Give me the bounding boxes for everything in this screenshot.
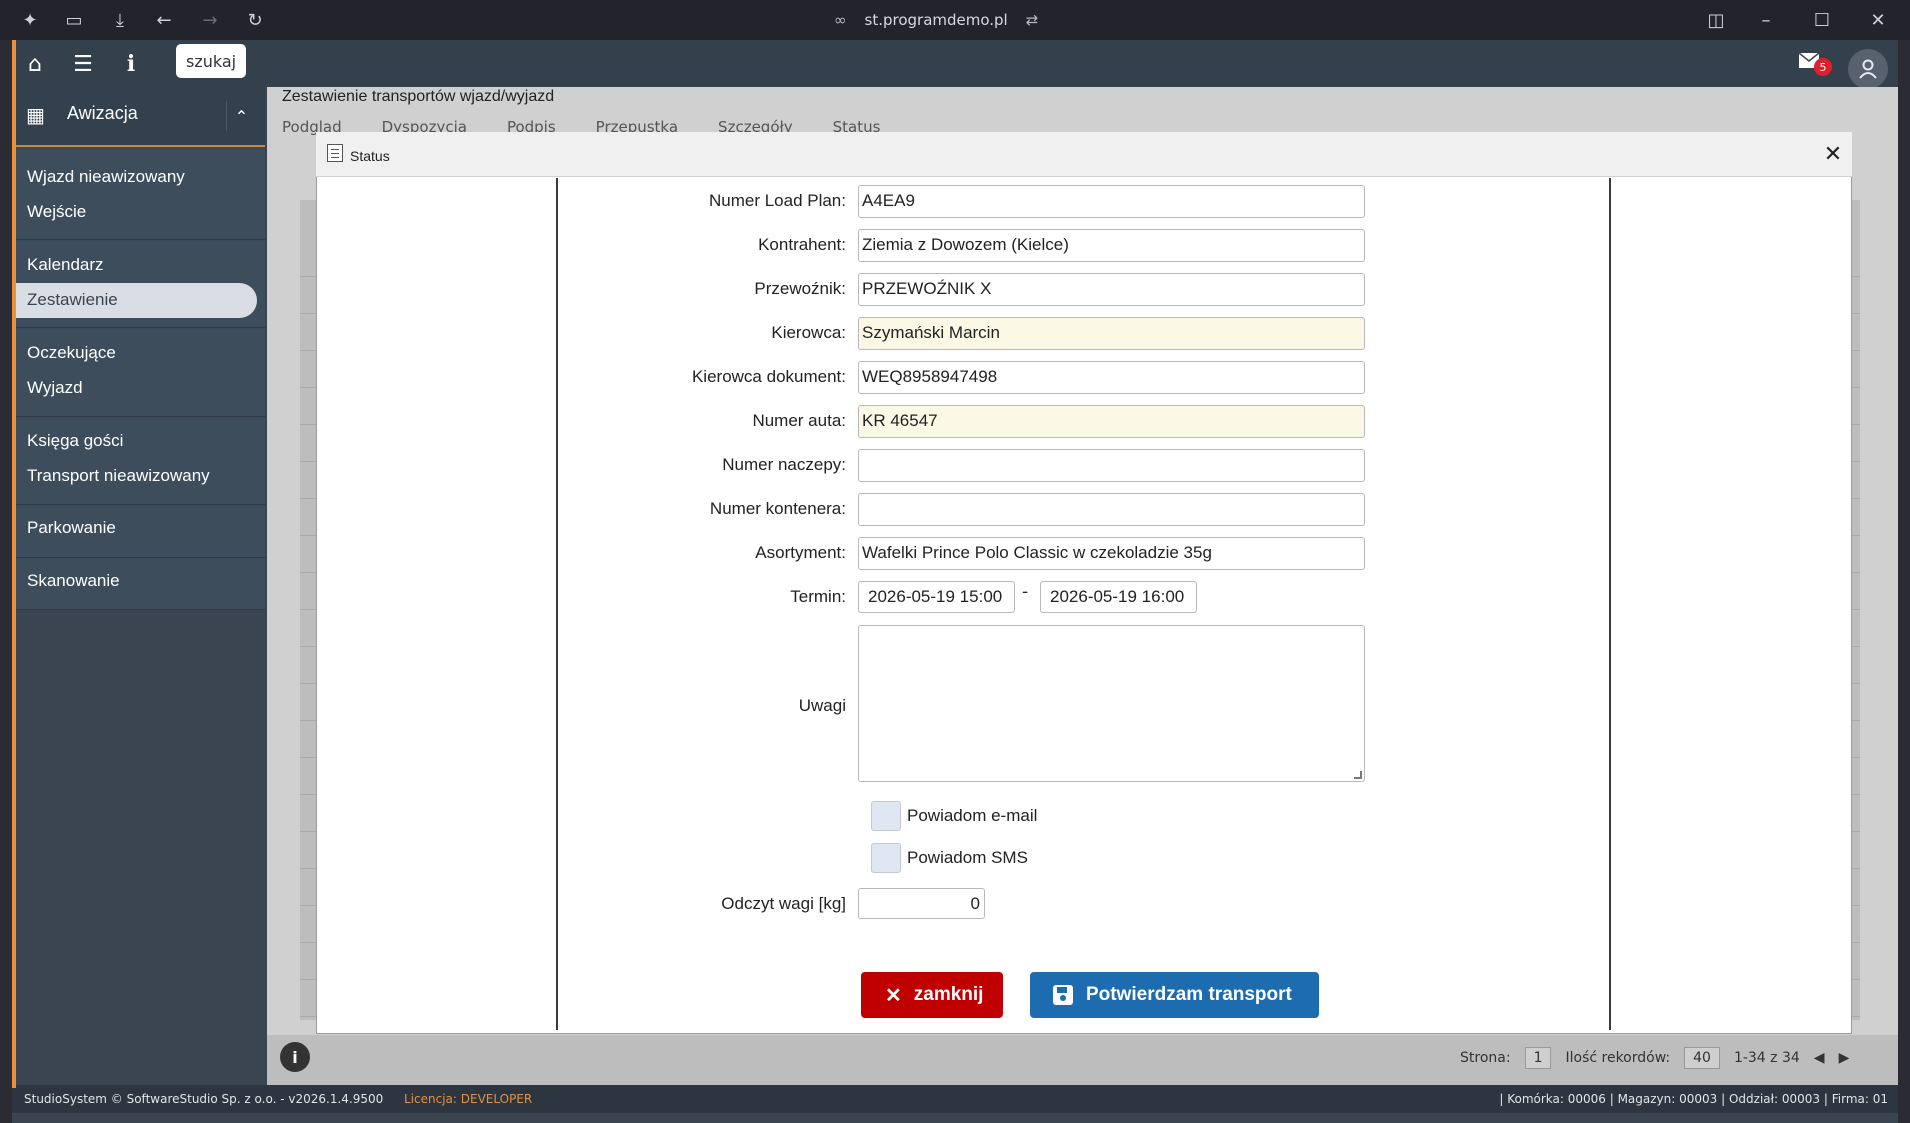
label-numer-kontenera: Numer kontenera: — [709, 499, 846, 518]
document-icon — [327, 144, 343, 162]
label-kierowca-dokument: Kierowca dokument: — [691, 367, 846, 386]
sidebar-item-wjazd-nieawizowany[interactable]: Wjazd nieawizowany — [27, 167, 185, 187]
records-select[interactable]: 40 — [1684, 1047, 1720, 1069]
back-icon[interactable]: ← — [152, 8, 176, 32]
app-footer: StudioSystem © SoftwareStudio Sp. z o.o.… — [12, 1085, 1898, 1113]
user-avatar[interactable] — [1848, 49, 1888, 89]
label-uwagi: Uwagi — [798, 696, 846, 715]
sidebar-item-parkowanie[interactable]: Parkowanie — [27, 518, 116, 538]
powiadom-email-checkbox[interactable] — [871, 801, 901, 831]
przewoznik-field[interactable]: PRZEWOŹNIK X — [858, 273, 1365, 306]
sidebar-section-header[interactable]: ▦ Awizacja ⌃ — [16, 87, 265, 147]
pager: Strona: 1 Ilość rekordów: 40 1-34 z 34 ◀… — [1460, 1047, 1849, 1069]
termin-to-field[interactable]: 2026-05-19 16:00 — [1040, 581, 1197, 613]
sidebar-item-wejscie[interactable]: Wejście — [27, 202, 86, 222]
sidebar-toggle-icon[interactable]: ▭ — [62, 8, 86, 32]
powiadom-email-label: Powiadom e-mail — [907, 806, 1038, 825]
footer-context: | Komórka: 00006 | Magazyn: 00003 | Oddz… — [1499, 1092, 1888, 1106]
termin-separator: - — [1022, 582, 1029, 602]
numer-auta-field[interactable]: KR 46547 — [858, 405, 1365, 438]
minimize-icon[interactable]: – — [1754, 8, 1778, 32]
mail-count-badge: 5 — [1814, 58, 1832, 76]
label-numer-auta: Numer auta: — [752, 411, 846, 430]
dialog-close-icon[interactable]: ✕ — [1820, 141, 1846, 167]
sidebar-section-title: Awizacja — [67, 103, 138, 123]
maximize-icon[interactable]: ☐ — [1810, 8, 1834, 32]
save-icon — [1053, 985, 1073, 1005]
footer-license: Licencja: DEVELOPER — [404, 1092, 533, 1106]
dialog-title: Status — [350, 148, 390, 164]
address-bar[interactable]: ∞ st.programdemo.pl ⇄ — [834, 8, 1038, 32]
numer-naczepy-field[interactable] — [858, 449, 1365, 482]
sidebar-group — [16, 150, 265, 240]
footer-copyright: StudioSystem © SoftwareStudio Sp. z o.o.… — [24, 1092, 384, 1106]
form-border-left — [556, 178, 558, 1030]
browser-logo-icon[interactable]: ✦ — [18, 8, 42, 32]
prev-page-icon[interactable]: ◀ — [1814, 1050, 1825, 1066]
close-button[interactable]: ✕ zamknij — [861, 972, 1003, 1018]
sidebar-item-transport-nieawizowany[interactable]: Transport nieawizowany — [27, 466, 210, 486]
powiadom-sms-checkbox[interactable] — [871, 843, 901, 873]
sidebar-item-kalendarz[interactable]: Kalendarz — [27, 255, 104, 275]
odczyt-wagi-field[interactable]: 0 — [858, 888, 985, 919]
search-button[interactable]: szukaj — [176, 44, 247, 78]
confirm-button-label: Potwierdzam transport — [1086, 984, 1292, 1005]
window-close-icon[interactable]: ✕ — [1866, 8, 1890, 32]
split-view-icon[interactable]: ◫ — [1704, 8, 1728, 32]
info-icon[interactable]: i — [116, 49, 146, 79]
label-przewoznik: Przewoźnik: — [754, 279, 846, 298]
label-odczyt-wagi: Odczyt wagi [kg] — [721, 894, 846, 913]
info-icon[interactable]: i — [280, 1042, 310, 1072]
label-asortyment: Asortyment: — [755, 543, 846, 562]
records-label: Ilość rekordów: — [1565, 1050, 1671, 1066]
page-label: Strona: — [1460, 1050, 1511, 1066]
user-icon — [1859, 59, 1877, 79]
sidebar-item-wyjazd[interactable]: Wyjazd — [27, 378, 83, 398]
load-plan-field[interactable]: A4EA9 — [858, 185, 1365, 218]
url-text: st.programdemo.pl — [864, 11, 1008, 29]
label-termin: Termin: — [790, 587, 846, 606]
dialog-header: Status — [316, 132, 1852, 177]
download-icon[interactable]: ⤓ — [108, 8, 132, 32]
kierowca-field[interactable]: Szymański Marcin — [858, 317, 1365, 350]
close-icon: ✕ — [885, 984, 902, 1007]
page-title: Zestawienie transportów wjazd/wyjazd — [282, 88, 555, 105]
resize-handle-icon[interactable] — [1354, 771, 1362, 779]
asortyment-field[interactable]: Wafelki Prince Polo Classic w czekoladzi… — [858, 537, 1365, 570]
next-page-icon[interactable]: ▶ — [1839, 1050, 1850, 1066]
label-load-plan: Numer Load Plan: — [708, 191, 846, 210]
sidebar-item-label: Zestawienie — [27, 290, 118, 309]
accent-border — [12, 40, 16, 1088]
page-input[interactable]: 1 — [1524, 1047, 1552, 1069]
numer-kontenera-field[interactable] — [858, 493, 1365, 526]
sidebar-item-oczekujace[interactable]: Oczekujące — [27, 343, 116, 363]
chevron-up-icon[interactable]: ⌃ — [226, 101, 256, 131]
app-topbar: ⌂ ☰ i — [12, 40, 1898, 87]
termin-from-field[interactable]: 2026-05-19 15:00 — [858, 581, 1015, 613]
reload-icon[interactable]: ↻ — [243, 8, 267, 32]
sidebar-item-ksiega-gosci[interactable]: Księga gości — [27, 431, 123, 451]
link-icon: ∞ — [834, 11, 847, 29]
records-range: 1-34 z 34 — [1733, 1050, 1800, 1066]
label-kierowca: Kierowca: — [771, 323, 846, 342]
confirm-transport-button[interactable]: Potwierdzam transport — [1030, 972, 1319, 1018]
kierowca-dokument-field[interactable]: WEQ8958947498 — [858, 361, 1365, 394]
home-icon[interactable]: ⌂ — [20, 49, 50, 79]
calendar-icon: ▦ — [26, 103, 45, 127]
browser-toolbar: ✦ ▭ ⤓ ← → ↻ ∞ st.programdemo.pl ⇄ ◫ – ☐ … — [0, 0, 1910, 40]
label-kontrahent: Kontrahent: — [758, 235, 846, 254]
sidebar-item-skanowanie[interactable]: Skanowanie — [27, 571, 120, 591]
close-button-label: zamknij — [913, 984, 984, 1005]
site-settings-icon[interactable]: ⇄ — [1026, 11, 1039, 29]
powiadom-sms-label: Powiadom SMS — [907, 848, 1028, 867]
menu-collapse-icon[interactable]: ☰ — [68, 49, 98, 79]
uwagi-textarea[interactable] — [858, 625, 1365, 782]
form-border-right — [1609, 178, 1611, 1030]
kontrahent-field[interactable]: Ziemia z Dowozem (Kielce) — [858, 229, 1365, 262]
label-numer-naczepy: Numer naczepy: — [722, 455, 846, 474]
forward-icon[interactable]: → — [198, 8, 222, 32]
